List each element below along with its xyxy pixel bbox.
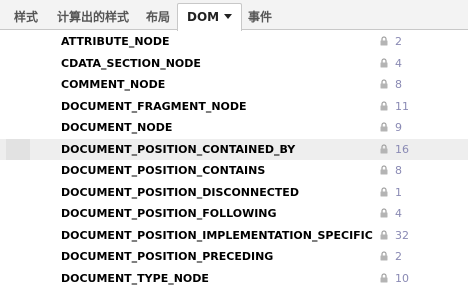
row-gutter xyxy=(6,96,30,118)
lock-icon xyxy=(380,186,388,196)
chevron-down-icon[interactable] xyxy=(224,14,233,19)
lock-icon xyxy=(380,251,388,261)
property-value[interactable]: 2 xyxy=(395,31,402,53)
row-gutter xyxy=(6,117,30,139)
property-value[interactable]: 32 xyxy=(395,225,409,247)
property-name: DOCUMENT_POSITION_CONTAINED_BY xyxy=(61,142,296,156)
property-row[interactable]: DOCUMENT_POSITION_CONTAINED_BY 16 xyxy=(0,138,468,161)
property-name: COMMENT_NODE xyxy=(61,78,166,91)
lock-icon xyxy=(380,100,388,110)
property-row[interactable]: DOCUMENT_POSITION_DISCONNECTED 1 xyxy=(0,182,468,204)
lock-icon xyxy=(380,57,388,67)
property-name: DOCUMENT_TYPE_NODE xyxy=(61,271,209,285)
property-name: DOCUMENT_NODE xyxy=(61,121,173,134)
row-gutter xyxy=(6,268,30,287)
tab-events[interactable]: 事件 xyxy=(248,5,272,30)
lock-icon xyxy=(380,229,388,239)
row-gutter xyxy=(6,53,30,75)
row-gutter xyxy=(6,246,30,268)
property-row[interactable]: DOCUMENT_POSITION_PRECEDING 2 xyxy=(0,246,468,268)
property-row[interactable]: CDATA_SECTION_NODE 4 xyxy=(0,53,468,75)
property-value[interactable]: 11 xyxy=(395,96,409,118)
row-gutter xyxy=(6,160,30,182)
property-name: DOCUMENT_POSITION_PRECEDING xyxy=(61,250,274,263)
row-gutter xyxy=(6,225,30,247)
lock-icon xyxy=(380,143,388,153)
property-name: DOCUMENT_POSITION_CONTAINS xyxy=(61,164,266,177)
property-value[interactable]: 16 xyxy=(395,139,409,161)
property-row[interactable]: DOCUMENT_TYPE_NODE 10 xyxy=(0,268,468,287)
lock-icon xyxy=(380,79,388,89)
property-row[interactable]: DOCUMENT_FRAGMENT_NODE 11 xyxy=(0,96,468,118)
property-name: ATTRIBUTE_NODE xyxy=(61,35,170,48)
tab-dom-label: DOM xyxy=(187,10,220,24)
lock-icon xyxy=(380,36,388,46)
property-name: DOCUMENT_POSITION_FOLLOWING xyxy=(61,207,277,220)
property-row[interactable]: DOCUMENT_POSITION_CONTAINS 8 xyxy=(0,160,468,182)
property-value[interactable]: 1 xyxy=(395,182,402,204)
row-gutter xyxy=(6,31,30,53)
property-name: CDATA_SECTION_NODE xyxy=(61,56,201,70)
property-name: DOCUMENT_FRAGMENT_NODE xyxy=(61,99,247,113)
tab-styles[interactable]: 样式 xyxy=(14,5,38,30)
lock-icon xyxy=(380,165,388,175)
row-gutter xyxy=(6,74,30,96)
property-name: DOCUMENT_POSITION_IMPLEMENTATION_SPECIFI… xyxy=(61,228,373,242)
tab-layout[interactable]: 布局 xyxy=(146,5,170,30)
property-value[interactable]: 10 xyxy=(395,268,409,287)
lock-icon xyxy=(380,208,388,218)
row-gutter xyxy=(6,182,30,204)
property-row[interactable]: DOCUMENT_POSITION_IMPLEMENTATION_SPECIFI… xyxy=(0,225,468,247)
lock-icon xyxy=(380,272,388,282)
property-value[interactable]: 4 xyxy=(395,203,402,225)
property-value[interactable]: 9 xyxy=(395,117,402,139)
property-value[interactable]: 8 xyxy=(395,160,402,182)
property-name: DOCUMENT_POSITION_DISCONNECTED xyxy=(61,185,299,199)
property-row[interactable]: DOCUMENT_NODE 9 xyxy=(0,117,468,139)
tab-computed-styles[interactable]: 计算出的样式 xyxy=(57,5,129,30)
row-gutter xyxy=(6,138,30,160)
tab-dom[interactable]: DOM xyxy=(177,3,243,31)
dom-property-list: ATTRIBUTE_NODE 2 CDATA_SECTION_NODE 4 COMMEN… xyxy=(0,31,468,287)
lock-icon xyxy=(380,122,388,132)
property-row[interactable]: COMMENT_NODE 8 xyxy=(0,74,468,96)
property-row[interactable]: ATTRIBUTE_NODE 2 xyxy=(0,31,468,53)
property-value[interactable]: 2 xyxy=(395,246,402,268)
row-gutter xyxy=(6,203,30,225)
property-value[interactable]: 8 xyxy=(395,74,402,96)
property-row[interactable]: DOCUMENT_POSITION_FOLLOWING 4 xyxy=(0,203,468,225)
panel-tab-bar: 样式 计算出的样式 布局 DOM 事件 xyxy=(0,0,468,31)
property-value[interactable]: 4 xyxy=(395,53,402,75)
